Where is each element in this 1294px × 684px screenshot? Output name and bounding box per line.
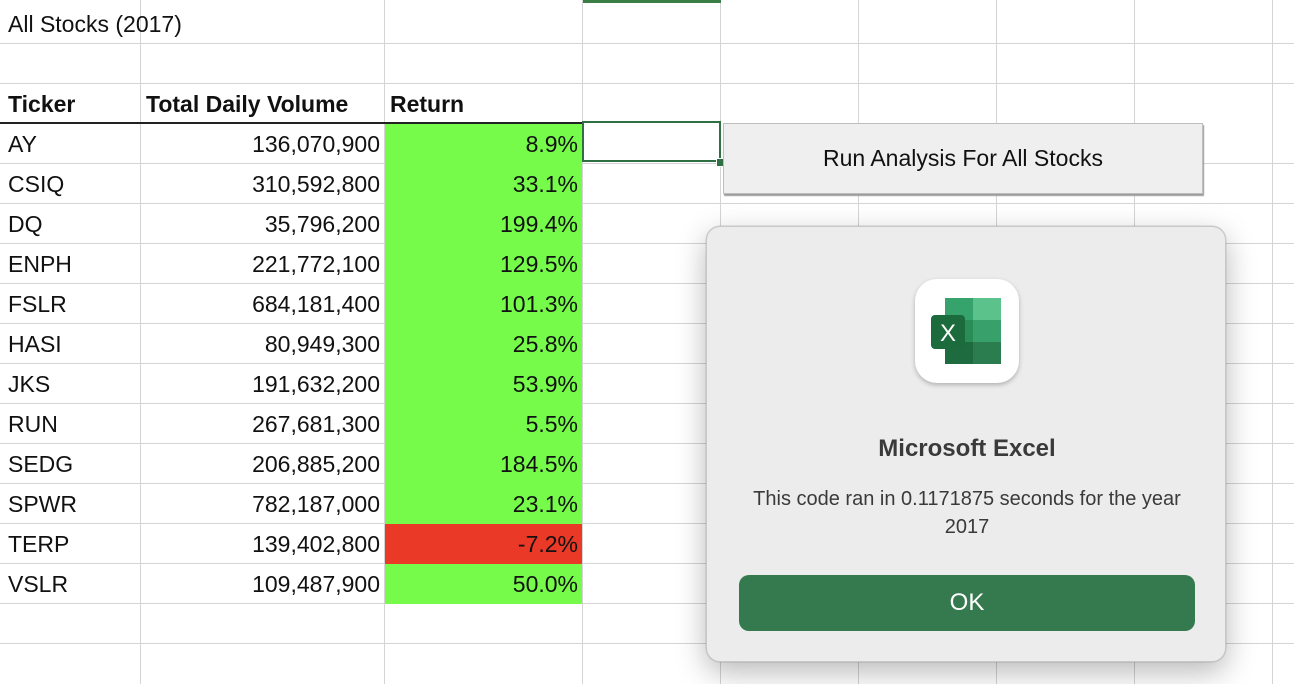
excel-icon: X [915,279,1019,383]
ticker-cell[interactable]: ENPH [8,244,72,284]
ticker-cell[interactable]: DQ [8,204,43,244]
volume-cell[interactable]: 109,487,900 [141,564,380,604]
ticker-cell[interactable]: AY [8,124,37,164]
volume-cell[interactable]: 206,885,200 [141,444,380,484]
return-cell[interactable]: 199.4% [385,204,582,244]
dialog-title: Microsoft Excel [878,435,1056,462]
return-cell[interactable]: 184.5% [385,444,582,484]
return-cell[interactable]: 8.9% [385,124,582,164]
ticker-cell[interactable]: SEDG [8,444,73,484]
volume-cell[interactable]: 35,796,200 [141,204,380,244]
ticker-cell[interactable]: SPWR [8,484,77,524]
return-cell[interactable]: -7.2% [385,524,582,564]
return-cell[interactable]: 50.0% [385,564,582,604]
volume-cell[interactable]: 139,402,800 [141,524,380,564]
volume-cell[interactable]: 267,681,300 [141,404,380,444]
return-cell[interactable]: 101.3% [385,284,582,324]
sheet-title[interactable]: All Stocks (2017) [8,4,182,44]
column-selection-indicator [583,0,721,3]
volume-cell[interactable]: 684,181,400 [141,284,380,324]
ticker-cell[interactable]: TERP [8,524,69,564]
ok-button[interactable]: OK [739,575,1195,631]
volume-cell[interactable]: 310,592,800 [141,164,380,204]
volume-cell[interactable]: 136,070,900 [141,124,380,164]
header-ticker[interactable]: Ticker [8,84,75,124]
volume-cell[interactable]: 221,772,100 [141,244,380,284]
ticker-cell[interactable]: VSLR [8,564,68,604]
header-return[interactable]: Return [390,84,464,124]
alert-dialog: X Microsoft Excel This code ran in 0.117… [706,226,1226,662]
volume-cell[interactable]: 80,949,300 [141,324,380,364]
ticker-cell[interactable]: HASI [8,324,62,364]
run-analysis-button[interactable]: Run Analysis For All Stocks [723,123,1203,194]
return-cell[interactable]: 5.5% [385,404,582,444]
return-cell[interactable]: 129.5% [385,244,582,284]
ticker-cell[interactable]: CSIQ [8,164,64,204]
ticker-cell[interactable]: FSLR [8,284,67,324]
return-cell[interactable]: 25.8% [385,324,582,364]
volume-cell[interactable]: 782,187,000 [141,484,380,524]
excel-icon-letter: X [940,320,956,347]
selected-cell[interactable] [582,121,721,162]
dialog-message: This code ran in 0.1171875 seconds for t… [753,488,1181,538]
return-cell[interactable]: 23.1% [385,484,582,524]
volume-cell[interactable]: 191,632,200 [141,364,380,404]
header-volume[interactable]: Total Daily Volume [146,84,348,124]
return-cell[interactable]: 53.9% [385,364,582,404]
return-cell[interactable]: 33.1% [385,164,582,204]
ticker-cell[interactable]: JKS [8,364,50,404]
ticker-cell[interactable]: RUN [8,404,58,444]
